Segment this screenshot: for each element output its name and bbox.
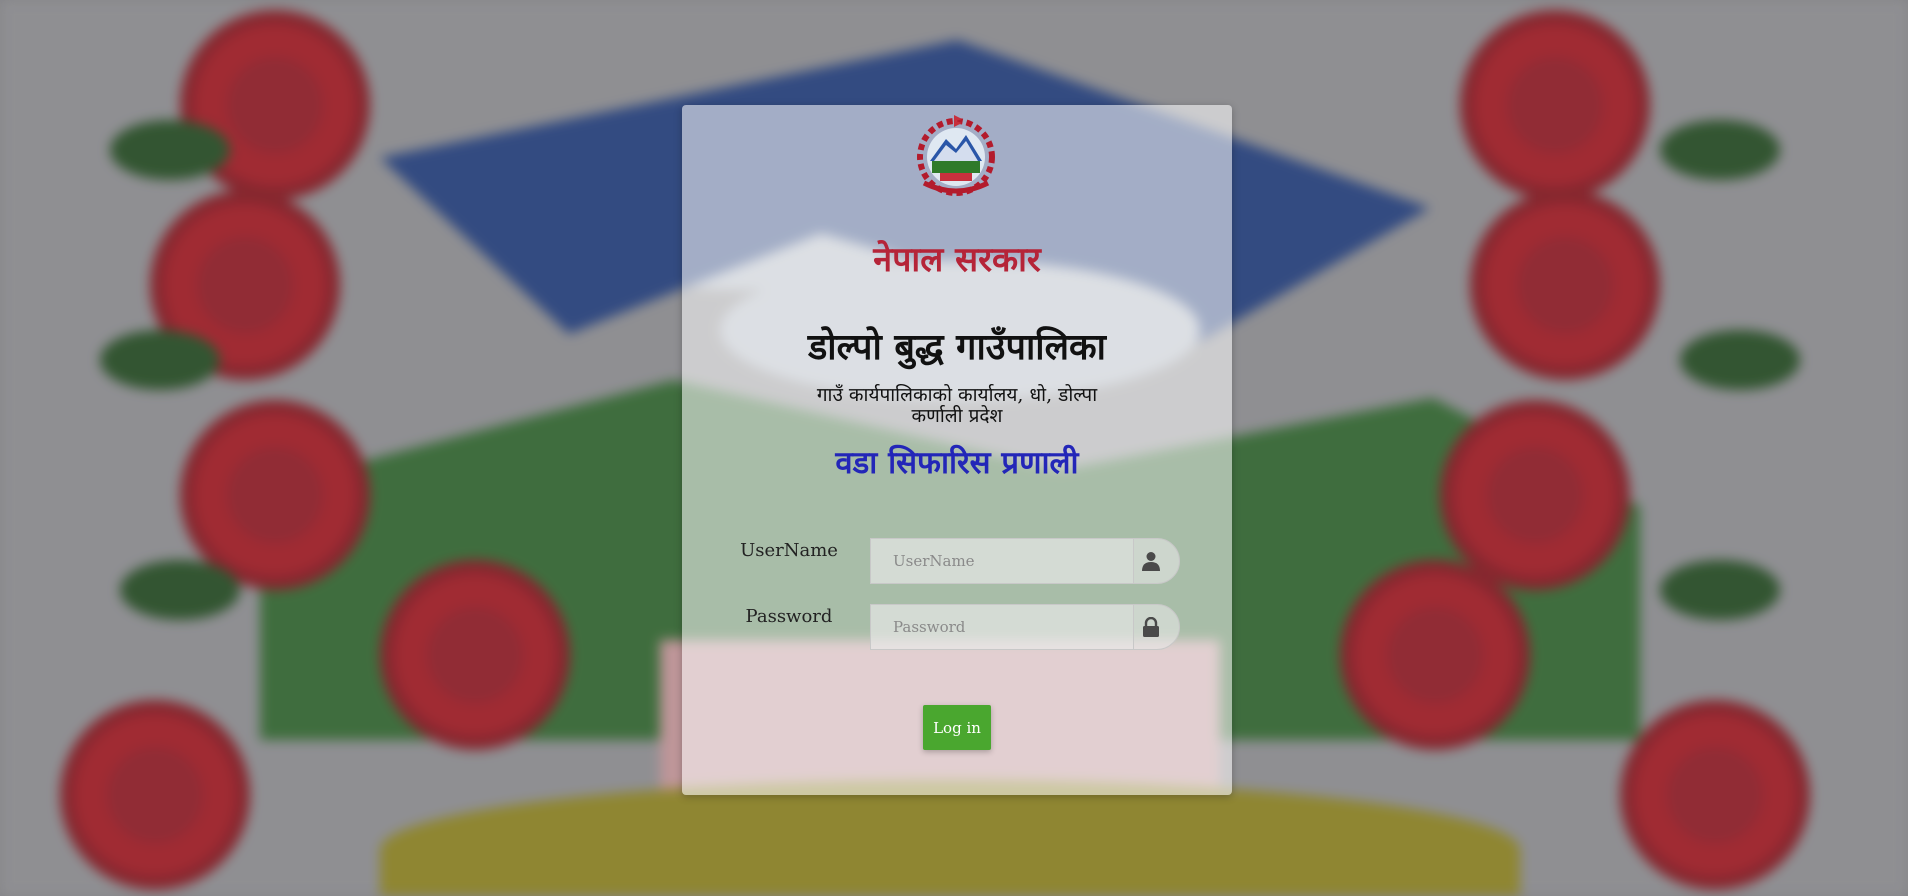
- password-input[interactable]: [870, 604, 1133, 650]
- office-line-2: कर्णाली प्रदेश: [911, 405, 1003, 427]
- lock-icon: [1133, 604, 1180, 650]
- office-line-1: गाउँ कार्यपालिकाको कार्यालय, धो, डोल्पा: [816, 384, 1098, 406]
- username-label: UserName: [740, 540, 838, 561]
- login-card: नेपाल सरकार डोल्पो बुद्ध गाउँपालिका गाउँ…: [682, 105, 1232, 795]
- username-row: UserName: [682, 532, 1232, 584]
- system-title: वडा सिफारिस प्रणाली: [835, 445, 1079, 481]
- username-input[interactable]: [870, 538, 1133, 584]
- nepal-emblem-icon: [910, 113, 1002, 197]
- office-address: गाउँ कार्यपालिकाको कार्यालय, धो, डोल्पा …: [682, 385, 1232, 427]
- password-row: Password: [682, 598, 1232, 650]
- password-label: Password: [745, 606, 833, 627]
- municipality-title: डोल्पो बुद्ध गाउँपालिका: [808, 326, 1106, 368]
- login-button[interactable]: Log in: [923, 705, 991, 750]
- user-icon: [1133, 538, 1180, 584]
- government-title: नेपाल सरकार: [873, 240, 1041, 280]
